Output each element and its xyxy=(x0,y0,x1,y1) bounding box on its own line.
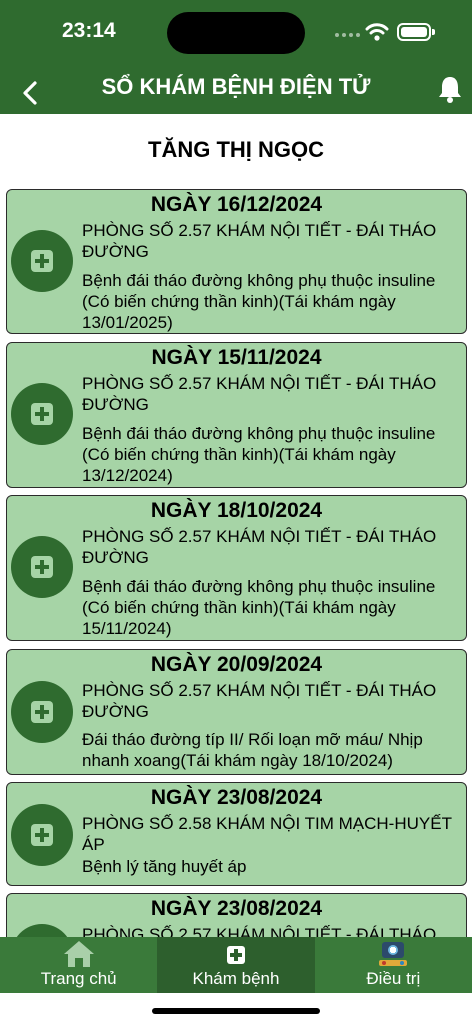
visit-diagnosis: Bệnh đái tháo đường không phụ thuộc insu… xyxy=(82,424,436,485)
tab-home[interactable]: Trang chủ xyxy=(0,937,158,993)
app-header: 23:14 SỔ KHÁM BỆNH ĐIỆN TỬ xyxy=(0,0,472,114)
status-time: 23:14 xyxy=(62,19,116,42)
medical-cross-icon xyxy=(11,681,73,743)
visit-diagnosis: Bệnh đái tháo đường không phụ thuộc insu… xyxy=(82,577,436,638)
page-title: SỔ KHÁM BỆNH ĐIỆN TỬ xyxy=(101,74,371,99)
medical-cross-icon xyxy=(11,536,73,598)
status-bar: 23:14 xyxy=(0,0,472,60)
patient-name: TĂNG THỊ NGỌC xyxy=(148,137,324,162)
visit-card[interactable]: NGÀY 23/08/2024 PHÒNG SỐ 2.58 KHÁM NỘI T… xyxy=(6,782,467,886)
visit-diagnosis: Đái tháo đường típ II/ Rối loạn mỡ máu/ … xyxy=(82,730,423,770)
visit-room: PHÒNG SỐ 2.57 KHÁM NỘI TIẾT - ĐÁI THÁO Đ… xyxy=(82,221,437,261)
medical-cross-icon xyxy=(11,230,73,292)
visit-list[interactable]: NGÀY 16/12/2024 PHÒNG SỐ 2.57 KHÁM NỘI T… xyxy=(0,188,472,938)
signal-icon xyxy=(335,33,363,39)
visit-date: NGÀY 16/12/2024 xyxy=(150,193,323,216)
visit-date: NGÀY 23/08/2024 xyxy=(150,786,323,809)
visit-date: NGÀY 15/11/2024 xyxy=(151,346,322,369)
treatment-icon xyxy=(379,942,408,966)
visit-room: PHÒNG SỐ 2.58 KHÁM NỘI TIM MẠCH-HUYẾT ÁP xyxy=(82,814,452,854)
visit-room: PHÒNG SỐ 2.57 KHÁM NỘI TIẾT - ĐÁI THÁO Đ… xyxy=(82,925,437,938)
visit-card[interactable]: NGÀY 18/10/2024 PHÒNG SỐ 2.57 KHÁM NỘI T… xyxy=(6,495,467,641)
visit-room: PHÒNG SỐ 2.57 KHÁM NỘI TIẾT - ĐÁI THÁO Đ… xyxy=(82,374,437,414)
battery-icon xyxy=(397,23,435,41)
tab-treatment[interactable]: Điều trị xyxy=(314,937,472,993)
visit-diagnosis: Bệnh lý tăng huyết áp xyxy=(82,857,247,876)
wifi-icon xyxy=(365,23,389,41)
visit-date: NGÀY 20/09/2024 xyxy=(150,653,323,676)
visit-card[interactable]: NGÀY 23/08/2024 PHÒNG SỐ 2.57 KHÁM NỘI T… xyxy=(6,893,467,938)
visit-card[interactable]: NGÀY 16/12/2024 PHÒNG SỐ 2.57 KHÁM NỘI T… xyxy=(6,189,467,334)
visit-diagnosis: Bệnh đái tháo đường không phụ thuộc insu… xyxy=(82,271,436,332)
visit-room: PHÒNG SỐ 2.57 KHÁM NỘI TIẾT - ĐÁI THÁO Đ… xyxy=(82,527,437,567)
visit-date: NGÀY 23/08/2024 xyxy=(150,897,323,920)
visit-date: NGÀY 18/10/2024 xyxy=(150,499,323,522)
medical-cross-icon xyxy=(11,804,73,866)
tab-medical-exam[interactable]: Khám bệnh xyxy=(157,937,315,993)
visit-card[interactable]: NGÀY 20/09/2024 PHÒNG SỐ 2.57 KHÁM NỘI T… xyxy=(6,649,467,775)
home-indicator xyxy=(152,1008,320,1014)
tab-bar: Trang chủ Khám bệnh Điều trị xyxy=(0,937,472,993)
tab-label: Trang chủ xyxy=(40,969,117,988)
visit-card[interactable]: NGÀY 15/11/2024 PHÒNG SỐ 2.57 KHÁM NỘI T… xyxy=(6,342,467,488)
medical-cross-icon xyxy=(11,383,73,445)
tab-label: Khám bệnh xyxy=(192,969,280,988)
home-icon xyxy=(63,941,94,967)
bell-icon[interactable] xyxy=(436,74,464,104)
medical-cross-icon xyxy=(11,924,73,938)
medical-cross-icon xyxy=(226,946,245,964)
visit-room: PHÒNG SỐ 2.57 KHÁM NỘI TIẾT - ĐÁI THÁO Đ… xyxy=(82,681,437,721)
dynamic-island xyxy=(167,12,305,54)
tab-label: Điều trị xyxy=(366,969,421,988)
